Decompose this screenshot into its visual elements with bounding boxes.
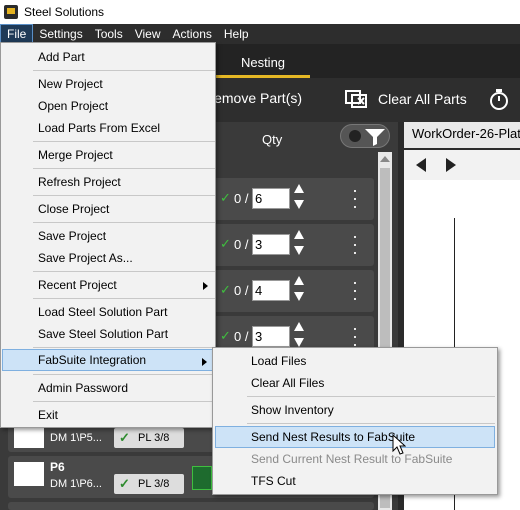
qty-current: 0 /: [234, 283, 249, 298]
submenu-item-send-nest-results[interactable]: Send Nest Results to FabSuite: [215, 426, 495, 448]
check-icon: ✓: [220, 190, 231, 205]
menu-item-save-project[interactable]: Save Project: [2, 225, 214, 247]
clear-all-parts-button[interactable]: Clear All Parts: [344, 88, 467, 110]
part-thumbnail: [14, 462, 44, 486]
qty-stepper[interactable]: [294, 230, 304, 260]
recent-project-label: Recent Project: [38, 278, 117, 292]
menu-tools[interactable]: Tools: [89, 24, 129, 44]
fabsuite-submenu: Load Files Clear All Files Show Inventor…: [212, 347, 498, 495]
check-icon: ✓: [119, 430, 130, 445]
more-options-icon[interactable]: · · ·: [352, 181, 358, 215]
title-bar: Steel Solutions: [0, 0, 520, 24]
material-badge: ✓ PL 3/8: [114, 474, 184, 494]
viewer-nav-bar: [404, 150, 520, 180]
qty-column-header: Qty: [262, 132, 283, 147]
menu-separator: [247, 396, 495, 397]
filter-icon: [349, 129, 385, 146]
part-name: P6: [50, 460, 65, 474]
submenu-arrow-icon: [202, 358, 207, 366]
filter-toggle-button[interactable]: [340, 124, 390, 148]
more-options-icon[interactable]: · · ·: [352, 273, 358, 307]
menu-item-save-steel-part[interactable]: Save Steel Solution Part: [2, 323, 214, 345]
window-title: Steel Solutions: [24, 5, 105, 19]
part-row[interactable]: [8, 502, 374, 510]
qty-current: 0 /: [234, 329, 249, 344]
menu-item-save-project-as[interactable]: Save Project As...: [2, 247, 214, 269]
menu-view[interactable]: View: [129, 24, 167, 44]
qty-stepper[interactable]: [294, 276, 304, 306]
next-icon[interactable]: [446, 158, 456, 172]
menu-separator: [33, 271, 215, 272]
material-badge: ✓ PL 3/8: [114, 428, 184, 448]
qty-current: 0 /: [234, 191, 249, 206]
clear-parts-icon: [345, 90, 367, 108]
file-menu-dropdown: Add Part New Project Open Project Load P…: [0, 42, 216, 428]
material-label: PL 3/8: [138, 432, 170, 444]
menu-help[interactable]: Help: [218, 24, 255, 44]
qty-input[interactable]: 3: [252, 326, 290, 347]
menu-item-new-project[interactable]: New Project: [2, 73, 214, 95]
menu-item-merge-project[interactable]: Merge Project: [2, 144, 214, 166]
menu-item-recent-project[interactable]: Recent Project: [2, 274, 214, 296]
qty-field: ✓ 0 / 6: [220, 186, 290, 212]
menu-separator: [33, 195, 215, 196]
submenu-item-show-inventory[interactable]: Show Inventory: [215, 399, 495, 421]
menu-separator: [33, 401, 215, 402]
tab-nesting[interactable]: Nesting: [216, 52, 310, 78]
submenu-arrow-icon: [203, 282, 208, 290]
qty-field: ✓ 0 / 4: [220, 278, 290, 304]
mouse-cursor-icon: [392, 434, 406, 455]
submenu-item-clear-all-files[interactable]: Clear All Files: [215, 372, 495, 394]
fabsuite-integration-label: FabSuite Integration: [38, 353, 147, 367]
material-label: PL 3/8: [138, 478, 170, 490]
menu-item-add-part[interactable]: Add Part: [2, 46, 214, 68]
qty-stepper[interactable]: [294, 184, 304, 214]
menu-item-refresh-project[interactable]: Refresh Project: [2, 171, 214, 193]
menu-separator: [33, 141, 215, 142]
qty-field: ✓ 0 / 3: [220, 232, 290, 258]
menu-separator: [33, 347, 215, 348]
menu-item-fabsuite-integration[interactable]: FabSuite Integration: [2, 349, 214, 371]
menu-separator: [33, 374, 215, 375]
menu-item-exit[interactable]: Exit: [2, 404, 214, 426]
menu-item-admin-password[interactable]: Admin Password: [2, 377, 214, 399]
part-path: DM 1\P6...: [50, 478, 102, 490]
qty-input[interactable]: 3: [252, 234, 290, 255]
previous-icon[interactable]: [416, 158, 426, 172]
menu-bar: File Settings Tools View Actions Help: [0, 24, 520, 44]
status-indicator: [192, 466, 212, 490]
menu-separator: [33, 70, 215, 71]
check-icon: ✓: [220, 328, 231, 343]
check-icon: ✓: [119, 476, 130, 491]
menu-separator: [247, 423, 495, 424]
menu-file[interactable]: File: [0, 24, 34, 44]
menu-separator: [33, 168, 215, 169]
menu-separator: [33, 298, 215, 299]
menu-settings[interactable]: Settings: [33, 24, 88, 44]
menu-separator: [33, 222, 215, 223]
scroll-up-icon[interactable]: [380, 156, 390, 162]
check-icon: ✓: [220, 282, 231, 297]
stopwatch-icon[interactable]: [488, 88, 510, 110]
clear-all-parts-label: Clear All Parts: [378, 91, 467, 107]
submenu-item-send-current-nest: Send Current Nest Result to FabSuite: [251, 452, 453, 466]
check-icon: ✓: [220, 236, 231, 251]
menu-item-open-project[interactable]: Open Project: [2, 95, 214, 117]
submenu-item-tfs-cut[interactable]: TFS Cut: [215, 470, 495, 492]
menu-actions[interactable]: Actions: [167, 24, 218, 44]
remove-parts-button[interactable]: Remove Part(s): [204, 90, 302, 106]
qty-input[interactable]: 6: [252, 188, 290, 209]
qty-current: 0 /: [234, 237, 249, 252]
workorder-tab[interactable]: WorkOrder-26-Plat: [404, 122, 520, 148]
menu-item-load-steel-part[interactable]: Load Steel Solution Part: [2, 301, 214, 323]
more-options-icon[interactable]: · · ·: [352, 227, 358, 261]
menu-item-close-project[interactable]: Close Project: [2, 198, 214, 220]
menu-item-load-parts-excel[interactable]: Load Parts From Excel: [2, 117, 214, 139]
submenu-item-load-files[interactable]: Load Files: [215, 350, 495, 372]
part-path: DM 1\P5...: [50, 432, 102, 444]
app-logo-icon: [4, 5, 18, 19]
qty-input[interactable]: 4: [252, 280, 290, 301]
remove-parts-label: Remove Part(s): [204, 90, 303, 106]
